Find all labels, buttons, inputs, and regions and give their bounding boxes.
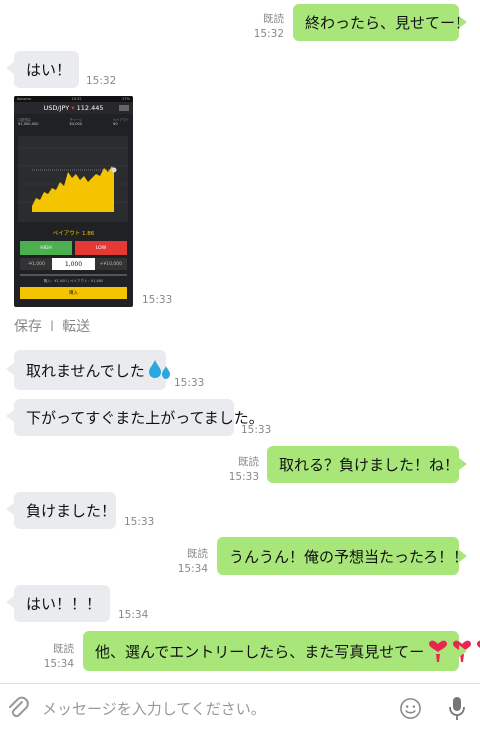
message-time: 15:33	[241, 424, 272, 436]
account-summary: 口座残高 ¥1,000,000 チャージ ¥4,000 ペイアウト ¥0	[18, 118, 129, 126]
read-receipt: 既読 15:34	[177, 548, 208, 575]
message-text: はい！！！	[26, 595, 102, 613]
image-actions: 保存 I 転送	[14, 319, 91, 335]
message-time: 15:34	[118, 609, 149, 621]
message-time: 15:33	[124, 516, 155, 528]
read-receipt: 既読 15:33	[228, 456, 259, 483]
message-text: 負けました！	[26, 502, 117, 520]
attachment-icon[interactable]	[6, 696, 30, 724]
message-bubble-incoming[interactable]: 下がってすぐまた上がってました。	[14, 399, 264, 436]
message-text: うんうん！俺の予想当たったろ！！	[229, 547, 469, 566]
message-text: 取れませんでした	[26, 361, 145, 380]
price-chart	[18, 136, 128, 222]
read-receipt: 既読 15:34	[43, 643, 74, 670]
message-input-bar: メッセージを入力してください。	[0, 683, 480, 730]
message-text: 他、選んでエントリーしたら、また写真見せてー	[95, 642, 425, 661]
heart-exclamation-icon	[426, 639, 480, 663]
chat-history[interactable]: 既読 15:32 終わったら、見せてー！ はい！ 15:32 docomo 15:3…	[0, 0, 480, 683]
message-bubble-outgoing[interactable]: 取れる？負けました！ね！	[267, 446, 459, 483]
trade-header: USD/JPY ▾ 112.445	[14, 102, 133, 114]
forward-link[interactable]: 転送	[62, 319, 90, 335]
save-link[interactable]: 保存	[14, 319, 42, 335]
message-text: はい！	[26, 61, 72, 79]
message-time: 15:33	[174, 377, 205, 389]
microphone-icon[interactable]	[447, 696, 467, 726]
message-time: 15:33	[142, 294, 173, 306]
high-button: HIGH	[20, 241, 72, 255]
message-bubble-outgoing[interactable]: 終わったら、見せてー！	[293, 4, 470, 41]
purchase-info: 購入：¥1,000 | ペイアウト：¥1,860	[43, 279, 104, 283]
message-time: 15:32	[86, 75, 117, 87]
message-input[interactable]: メッセージを入力してください。	[42, 698, 266, 719]
payout-label: ペイアウト 1.86	[52, 231, 95, 237]
sweat-droplets-icon	[147, 358, 173, 382]
read-receipt: 既読 15:32	[253, 13, 284, 40]
message-bubble-incoming[interactable]: はい！！！	[14, 585, 110, 622]
message-bubble-incoming[interactable]: 取れませんでした	[14, 350, 170, 390]
image-message[interactable]: docomo 15:32 27% USD/JPY ▾ 112.445 口座残高 ¥1,…	[14, 96, 133, 307]
buy-button: 購入	[20, 287, 127, 299]
message-bubble-incoming[interactable]: はい！	[14, 51, 79, 88]
emoji-icon[interactable]	[399, 697, 422, 724]
low-button: LOW	[75, 241, 127, 255]
amount-stepper: -¥1,000 1,000 +¥10,000	[20, 258, 127, 270]
message-bubble-outgoing[interactable]: うんうん！俺の予想当たったろ！！	[217, 537, 468, 575]
message-bubble-incoming[interactable]: 負けました！	[14, 492, 116, 529]
amount-slider	[20, 274, 127, 276]
message-text: 終わったら、見せてー！	[305, 14, 471, 32]
message-bubble-outgoing[interactable]: 他、選んでエントリーしたら、また写真見せてー	[83, 631, 480, 671]
message-text: 下がってすぐまた上がってました。	[26, 409, 264, 427]
message-text: 取れる？負けました！ね！	[279, 456, 460, 474]
